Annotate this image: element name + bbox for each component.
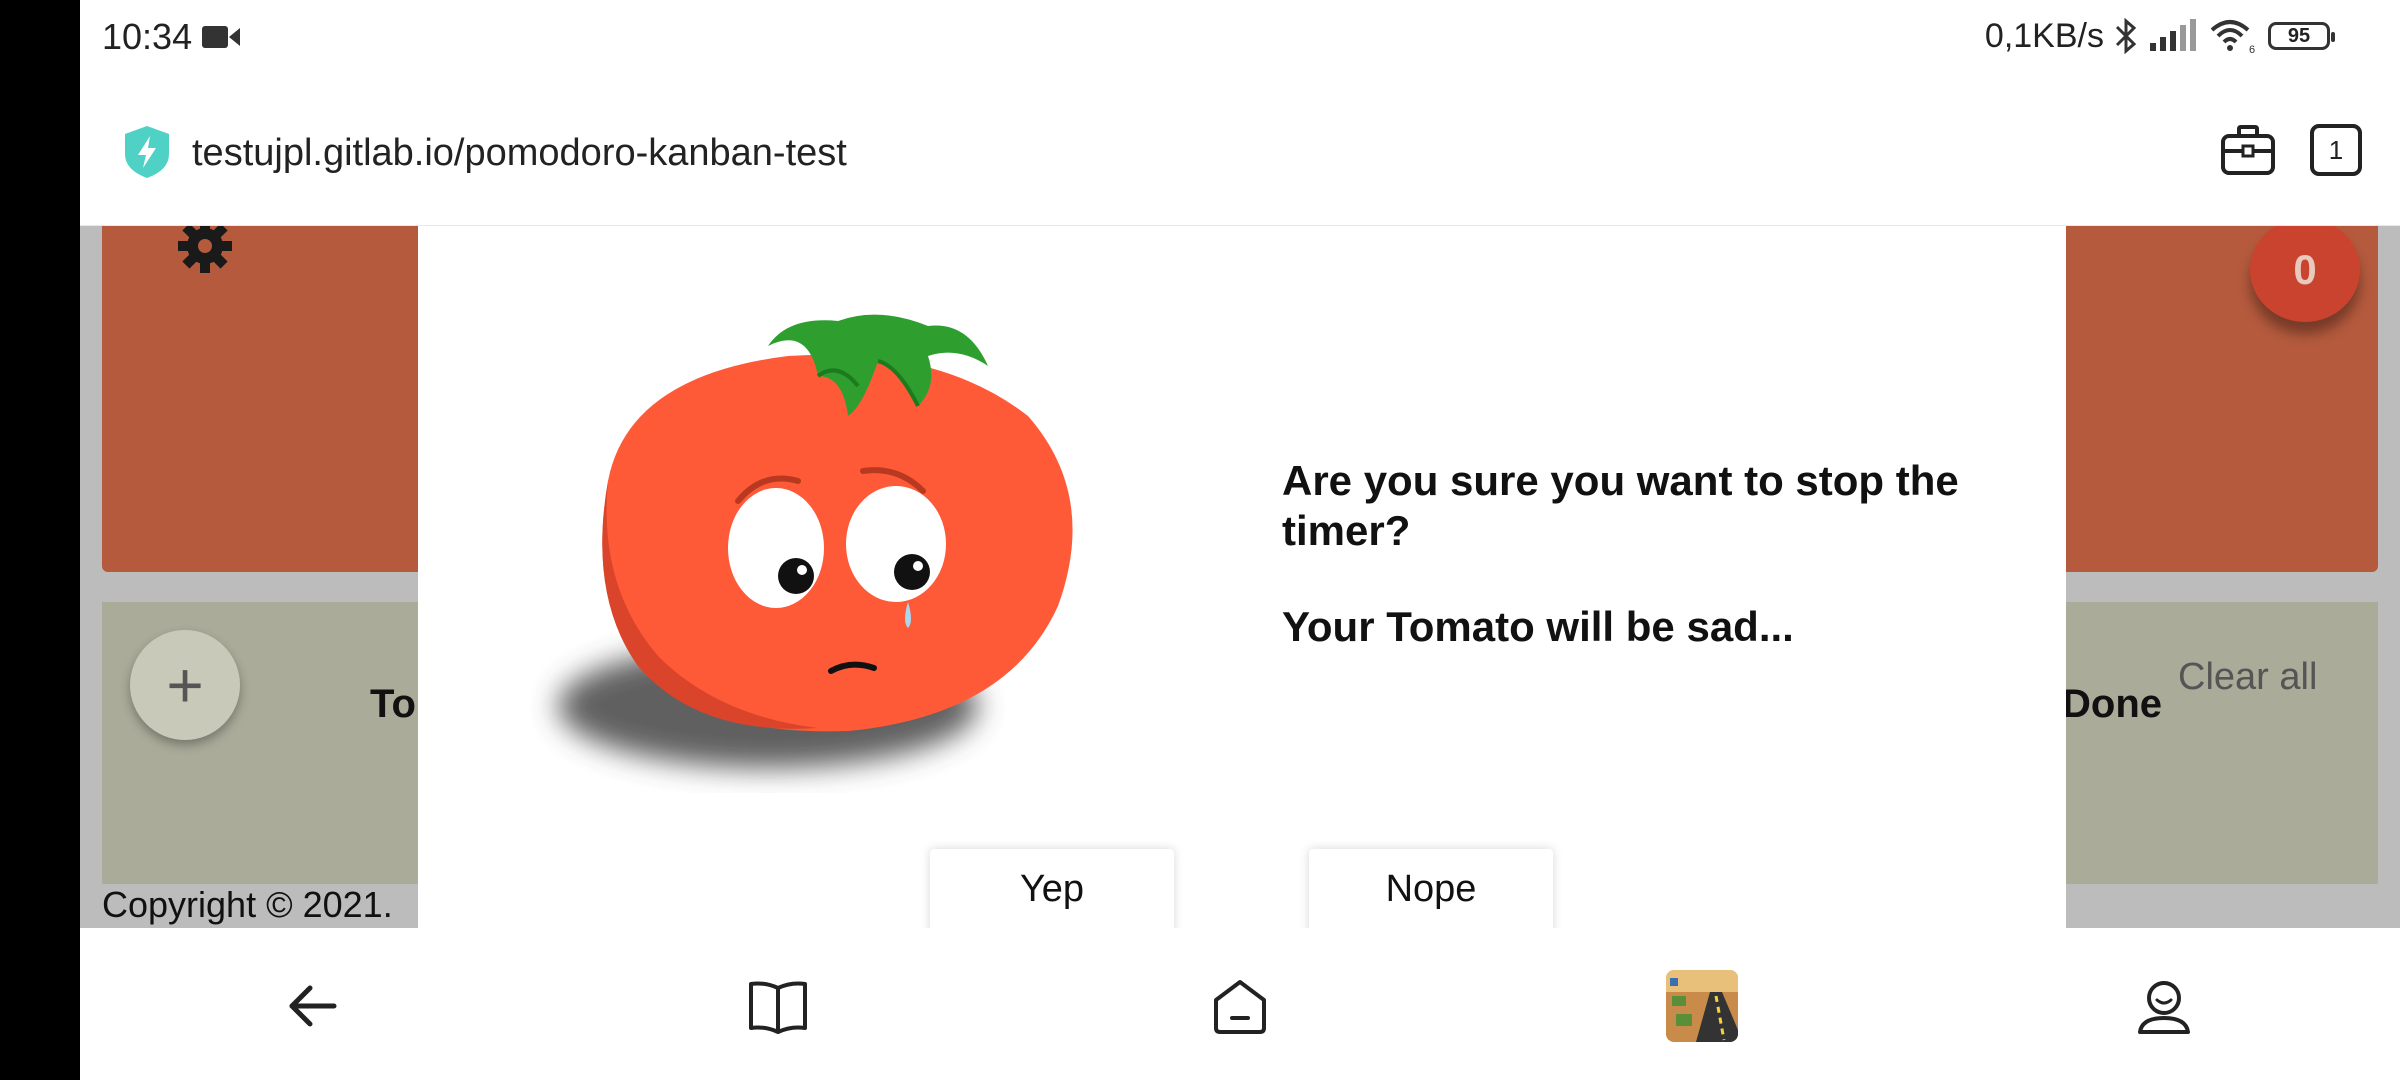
dialog-question: Are you sure you want to stop the timer?	[1282, 457, 1959, 554]
home-icon	[1214, 980, 1266, 1034]
game-thumbnail-image	[1666, 970, 1738, 1042]
nav-home-button[interactable]	[1204, 970, 1276, 1042]
add-task-button[interactable]: +	[130, 630, 240, 740]
phone-screen: 10:34 0,1KB/s 6 95 testujpl.gitlab.io/po…	[80, 0, 2400, 1080]
battery-level: 95	[2287, 24, 2311, 47]
wifi-icon: 6	[2210, 20, 2255, 54]
nope-button[interactable]: Nope	[1309, 849, 1553, 928]
clear-all-button[interactable]: Clear all	[2178, 656, 2317, 699]
bluetooth-icon	[2115, 18, 2137, 54]
status-time: 10:34	[102, 16, 193, 57]
copyright-text: Copyright © 2021.	[102, 884, 393, 925]
video-icon	[202, 26, 240, 48]
stop-timer-dialog: Are you sure you want to stop the timer?…	[418, 226, 2066, 928]
web-page: 0 + To Done Clear all Copyright © 2021.	[80, 226, 2400, 928]
book-icon	[749, 981, 807, 1034]
gear-icon[interactable]	[176, 226, 234, 276]
nav-thumbnail-button[interactable]	[1666, 970, 1738, 1042]
battery-icon: 95	[2268, 22, 2335, 50]
left-black-bar	[0, 0, 80, 1080]
done-column-title: Done	[2062, 682, 2162, 726]
profile-icon	[2138, 981, 2190, 1034]
todo-column-title: To	[370, 682, 416, 726]
dialog-message: Are you sure you want to stop the timer?…	[1282, 456, 2042, 652]
nav-back-button[interactable]	[276, 970, 348, 1042]
sad-tomato-image	[558, 314, 1073, 768]
yep-button[interactable]: Yep	[930, 849, 1174, 928]
dialog-subtext: Your Tomato will be sad...	[1282, 603, 1794, 650]
signal-icon	[2150, 19, 2196, 51]
status-icons: 0,1KB/s 6 95	[1984, 14, 2335, 58]
browser-bottom-nav	[80, 928, 2400, 1080]
browser-url-bar: testujpl.gitlab.io/pomodoro-kanban-test …	[80, 72, 2400, 226]
tabs-button[interactable]: 1	[2310, 124, 2362, 176]
tomato-counter-badge: 0	[2250, 226, 2360, 322]
net-speed: 0,1KB/s	[1984, 16, 2104, 55]
url-text[interactable]: testujpl.gitlab.io/pomodoro-kanban-test	[192, 132, 847, 175]
wifi-badge: 6	[2249, 44, 2255, 54]
nav-profile-button[interactable]	[2128, 970, 2200, 1042]
nav-bookmarks-button[interactable]	[742, 970, 814, 1042]
status-bar: 10:34 0,1KB/s 6 95	[80, 0, 2400, 72]
briefcase-icon[interactable]	[2220, 124, 2276, 176]
shield-icon	[125, 126, 169, 178]
back-arrow-icon	[289, 985, 337, 1027]
